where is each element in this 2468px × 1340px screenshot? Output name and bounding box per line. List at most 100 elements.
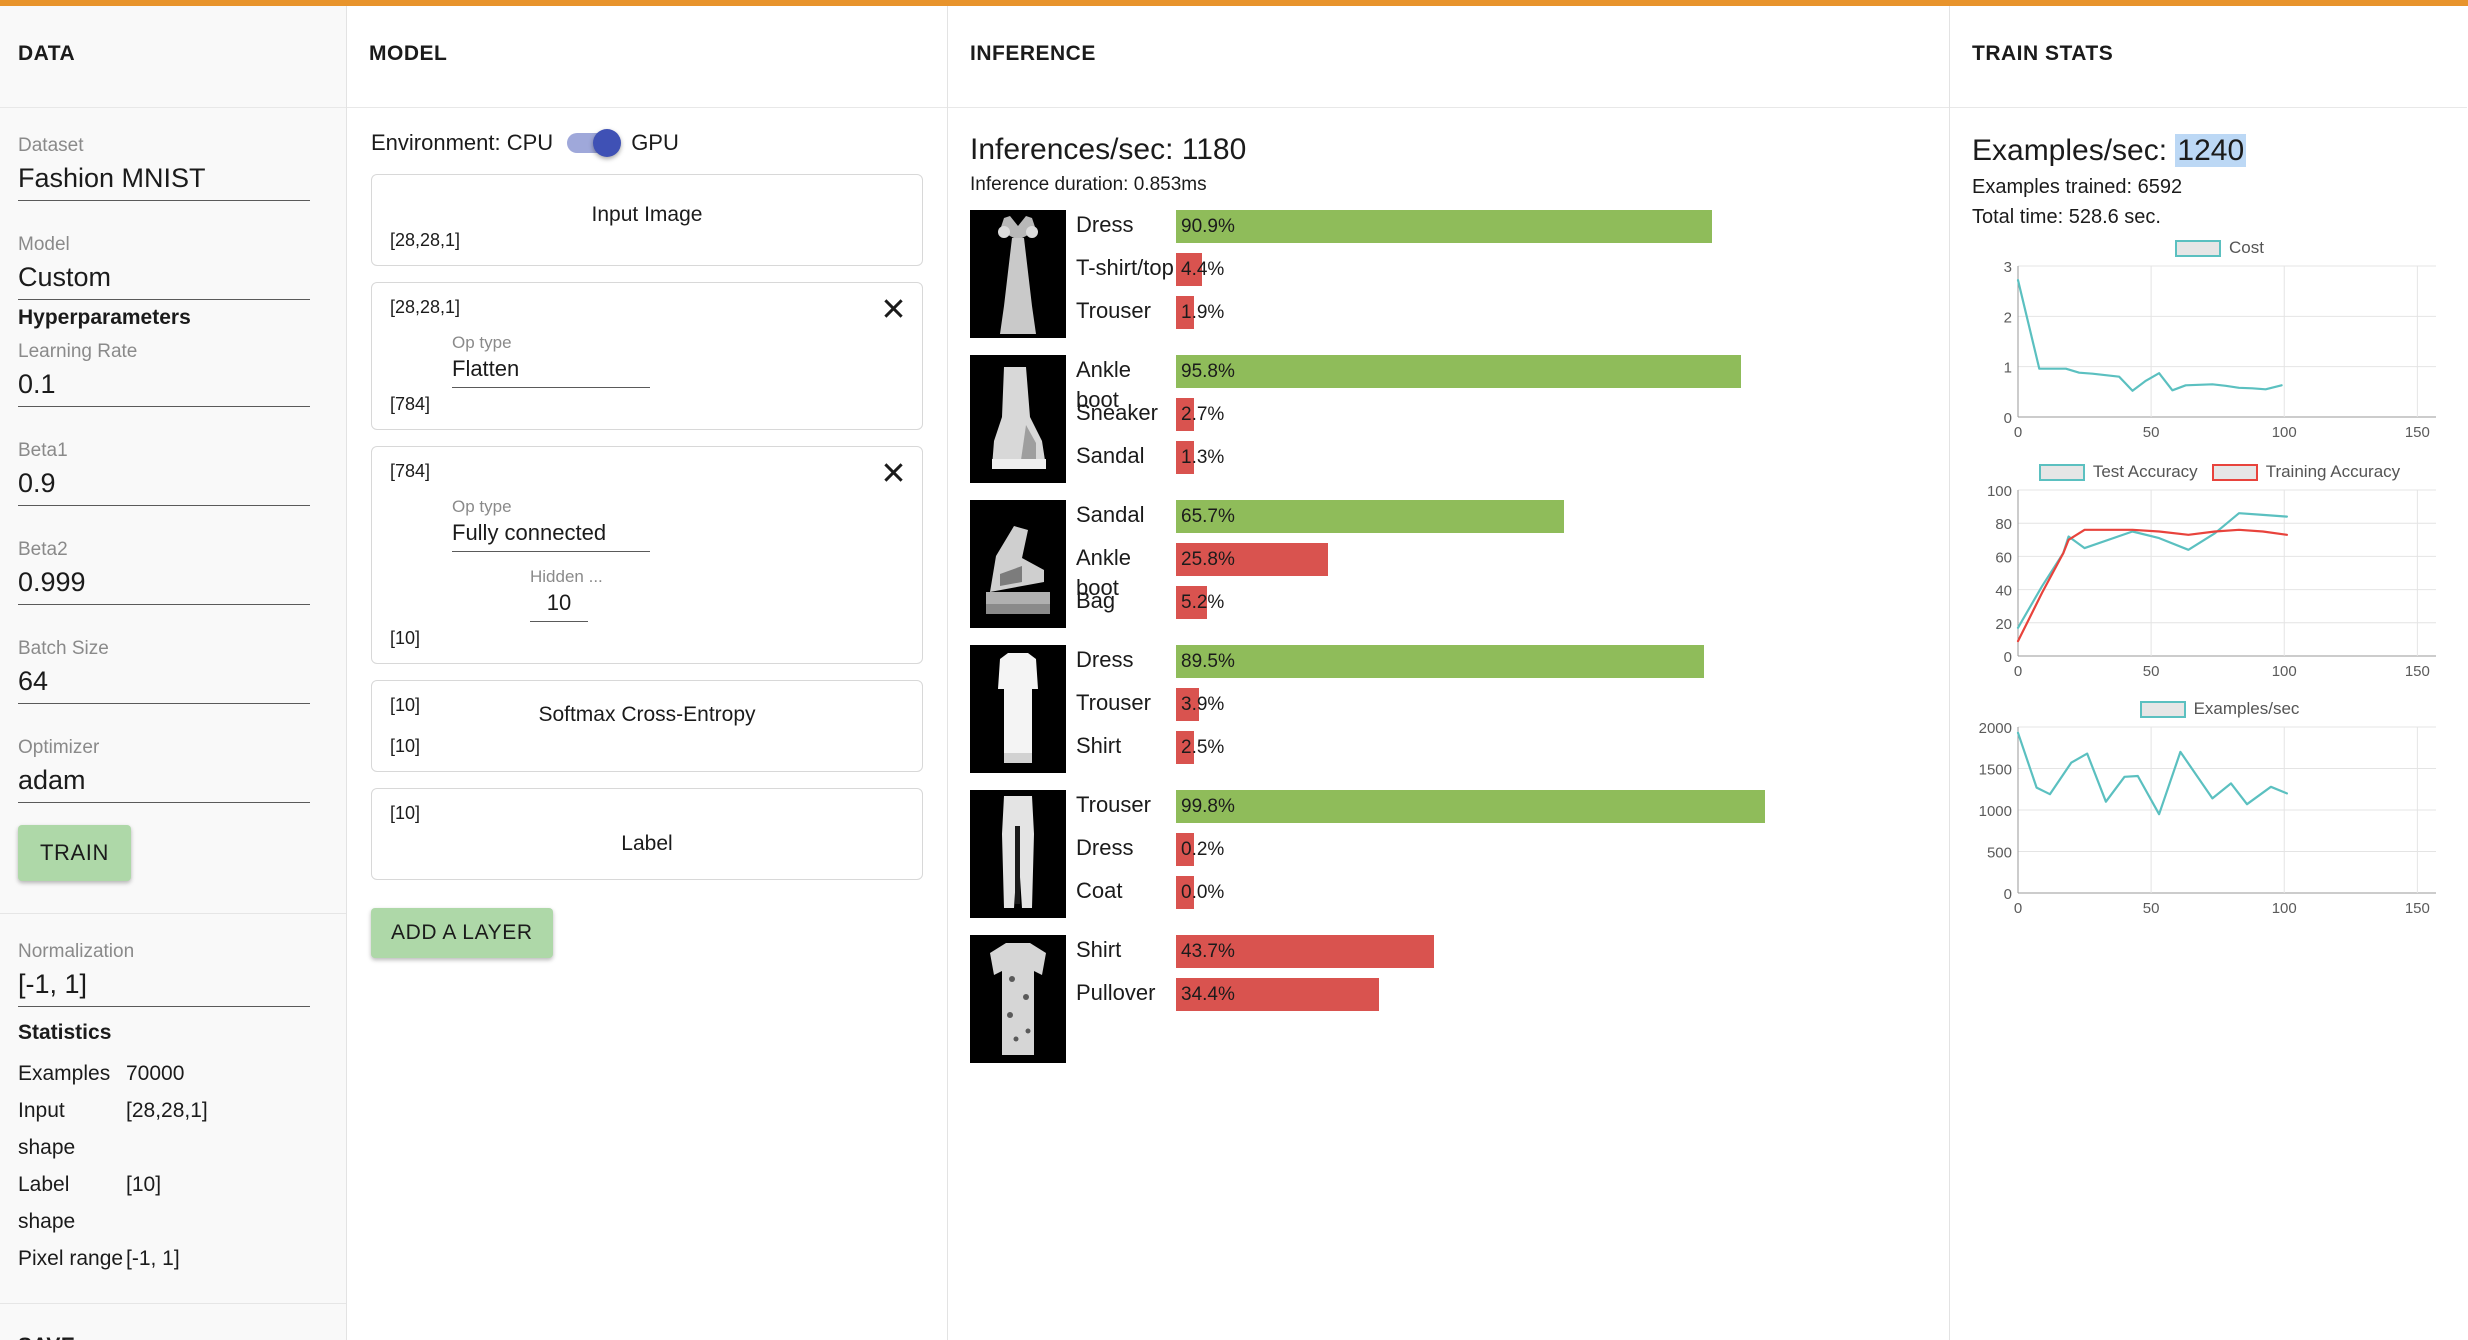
- svg-text:0: 0: [2004, 886, 2012, 903]
- optimizer-label: Optimizer: [18, 737, 100, 758]
- model-panel-header: MODEL: [347, 0, 947, 108]
- layer-card-flatten[interactable]: [28,28,1] Op type Flatten [784]: [371, 282, 923, 430]
- prediction-bar: 25.8%: [1176, 543, 1329, 576]
- statistics-value: [10]: [126, 1173, 162, 1196]
- close-icon[interactable]: [880, 295, 906, 321]
- prediction-bar-wrap: 90.9%: [1176, 210, 1949, 243]
- prediction-label: Sandal: [1076, 502, 1145, 527]
- train-stats-panel-body: Examples/sec: 1240 Examples trained: 659…: [1950, 108, 2467, 1340]
- layer-card-fully-connected[interactable]: [784] Op type Fully connected Hidden ...…: [371, 446, 923, 664]
- dataset-label: Dataset: [18, 135, 84, 156]
- legend-item[interactable]: Examples/sec: [2139, 699, 2300, 719]
- prediction-bar: 4.4%: [1176, 253, 1224, 286]
- model-select[interactable]: Model Custom: [18, 233, 310, 300]
- layer-in-shape: [28,28,1]: [390, 230, 461, 250]
- prediction-label: Shirt: [1076, 937, 1122, 962]
- prediction-label: Dress: [1076, 212, 1134, 237]
- layer-title: Label: [621, 832, 673, 855]
- train-stats-panel-header: TRAIN STATS: [1950, 0, 2467, 108]
- prediction-row: Shirt 2.5%: [1076, 731, 1949, 774]
- prediction-bar-wrap: 3.9%: [1176, 688, 1949, 721]
- environment-gpu-label: GPU: [631, 130, 679, 155]
- learning-rate-value: 0.1: [18, 366, 310, 407]
- hidden-units-field[interactable]: Hidden ... 10: [530, 566, 603, 622]
- prediction-label: T-shirt/top: [1076, 255, 1174, 280]
- data-column: DATA Dataset Fashion MNIST Model Custom …: [0, 0, 347, 1340]
- optimizer-select[interactable]: Optimizer adam: [18, 736, 310, 803]
- toggle-thumb: [593, 129, 622, 157]
- prediction-bar-wrap: 95.8%: [1176, 355, 1949, 388]
- statistics-row: Label shape [10]: [18, 1166, 346, 1240]
- beta1-field[interactable]: Beta1 0.9: [18, 439, 310, 506]
- layer-out-shape: [10]: [390, 628, 421, 648]
- prediction-bar-wrap: 4.4%: [1176, 253, 1949, 286]
- op-type-select[interactable]: Op type Flatten: [452, 332, 650, 388]
- prediction-bar: 0.0%: [1176, 876, 1224, 909]
- hidden-units-label: Hidden ...: [530, 567, 603, 586]
- data-panel-title: DATA: [18, 41, 76, 65]
- model-value: Custom: [18, 259, 310, 300]
- layer-card-label[interactable]: [10] Label: [371, 788, 923, 880]
- beta2-value: 0.999: [18, 564, 310, 605]
- accuracy-chart: Test Accuracy Training Accuracy 0 20 40 60 80…: [1972, 462, 2467, 687]
- prediction-label: Sneaker: [1076, 400, 1158, 425]
- layer-card-input-image[interactable]: Input Image [28,28,1]: [371, 174, 923, 266]
- statistics-row: Input shape [28,28,1]: [18, 1092, 346, 1166]
- prediction-row: Sandal 65.7%: [1076, 500, 1949, 543]
- prediction-bar-wrap: 89.5%: [1176, 645, 1949, 678]
- legend-item[interactable]: Cost: [2175, 238, 2264, 258]
- legend-item[interactable]: Test Accuracy: [2038, 462, 2198, 482]
- inference-duration: Inference duration: 0.853ms: [970, 174, 1207, 195]
- svg-text:150: 150: [2405, 663, 2430, 680]
- layer-card-softmax-cross-entropy[interactable]: [10] Softmax Cross-Entropy [10]: [371, 680, 923, 772]
- beta2-label: Beta2: [18, 539, 68, 560]
- beta2-field[interactable]: Beta2 0.999: [18, 538, 310, 605]
- inference-content: Inferences/sec: 1180 Inference duration:…: [948, 108, 1949, 1063]
- svg-text:0: 0: [2004, 410, 2012, 427]
- model-panel-body: Environment: CPU GPU Input Image [28,28,…: [347, 108, 947, 1340]
- layer-in-shape: [28,28,1]: [390, 297, 461, 317]
- batch-size-field[interactable]: Batch Size 64: [18, 637, 310, 704]
- prediction-row: Dress 90.9%: [1076, 210, 1949, 253]
- svg-text:150: 150: [2405, 424, 2430, 441]
- learning-rate-field[interactable]: Learning Rate 0.1: [18, 340, 310, 407]
- normalization-value: [-1, 1]: [18, 966, 310, 1007]
- legend-item[interactable]: Training Accuracy: [2211, 462, 2400, 482]
- legend-label: Cost: [2229, 238, 2264, 257]
- accuracy-chart-legend: Test Accuracy Training Accuracy: [1972, 462, 2467, 482]
- prediction-list: Trouser 99.8% Dress 0.2% Coat 0.0%: [1076, 790, 1949, 919]
- save-section: SAVE: [0, 1304, 346, 1340]
- legend-label: Examples/sec: [2193, 699, 2300, 718]
- prediction-label: Bag: [1076, 588, 1116, 613]
- save-button[interactable]: SAVE: [18, 1334, 75, 1340]
- model-column: MODEL Environment: CPU GPU Input Image […: [347, 0, 948, 1340]
- prediction-bar-wrap: 2.7%: [1176, 398, 1949, 431]
- normalization-label: Normalization: [18, 941, 135, 962]
- train-button[interactable]: TRAIN: [18, 825, 131, 881]
- op-type-select[interactable]: Op type Fully connected: [452, 496, 650, 552]
- inference-row: Shirt 43.7% Pullover 34.4%: [970, 935, 1949, 1063]
- examples-per-sec-line: Examples/sec: 1240: [1972, 130, 2467, 172]
- prediction-bar-wrap: 34.4%: [1176, 978, 1949, 1011]
- prediction-bar-wrap: 25.8%: [1176, 543, 1949, 576]
- prediction-label: Trouser: [1076, 298, 1151, 323]
- normalization-select[interactable]: Normalization [-1, 1]: [18, 940, 310, 1007]
- prediction-row: Coat 0.0%: [1076, 876, 1949, 919]
- ankle-boot-thumbnail: [970, 355, 1066, 483]
- prediction-bar: 90.9%: [1176, 210, 1713, 243]
- svg-text:20: 20: [1995, 616, 2012, 633]
- prediction-bar-wrap: 5.2%: [1176, 586, 1949, 619]
- examples-per-sec-chart: Examples/sec 0 500 1000 1500 2000 0 50 100 150: [1972, 699, 2467, 924]
- data-form: Dataset Fashion MNIST Model Custom Hyper…: [0, 108, 346, 881]
- close-icon[interactable]: [880, 459, 906, 485]
- prediction-label: Pullover: [1076, 980, 1156, 1005]
- op-type-value: Fully connected: [452, 518, 650, 552]
- svg-text:100: 100: [1987, 483, 2012, 500]
- op-type-value: Flatten: [452, 354, 650, 388]
- prediction-row: Shirt 43.7%: [1076, 935, 1949, 978]
- environment-toggle[interactable]: [567, 129, 622, 157]
- statistics-key: Input shape: [18, 1099, 76, 1159]
- dataset-select[interactable]: Dataset Fashion MNIST: [18, 134, 310, 201]
- beta1-value: 0.9: [18, 465, 310, 506]
- add-a-layer-button[interactable]: ADD A LAYER: [371, 908, 553, 958]
